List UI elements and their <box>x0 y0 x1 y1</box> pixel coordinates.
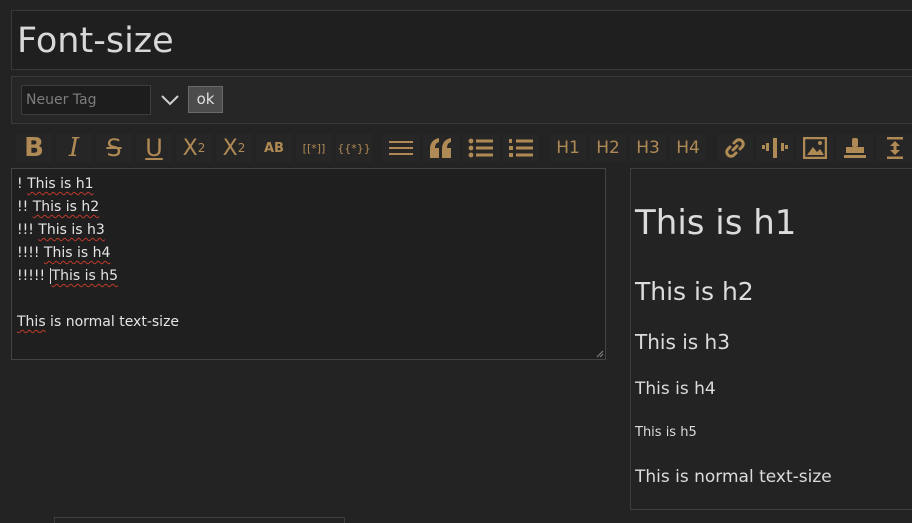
preview-h1: This is h1 <box>635 203 797 243</box>
chevron-down-icon[interactable] <box>160 93 180 107</box>
heading-3-button[interactable]: H3 <box>630 134 666 162</box>
heading-marker: !!! <box>17 222 39 238</box>
heading-text: This is h5 <box>51 268 118 284</box>
link-icon <box>725 138 745 158</box>
picture-icon <box>803 137 827 159</box>
stamp-button[interactable] <box>837 134 873 162</box>
bullet-list-button[interactable] <box>463 134 499 162</box>
subscript-exp: 2 <box>237 141 246 155</box>
preview-h2: This is h2 <box>635 277 754 306</box>
page-title: Font-size <box>17 21 174 61</box>
heading-2-button[interactable]: H2 <box>590 134 626 162</box>
editor-line-h5: !!!!! This is h5 <box>17 267 118 285</box>
subscript-base: X <box>222 135 238 161</box>
editor-line-h1: ! This is h1 <box>17 175 94 193</box>
preview-h5: This is h5 <box>635 425 697 440</box>
heading-text: This is h1 <box>27 176 94 192</box>
heading-text: This is h4 <box>43 245 111 261</box>
heading-text: This is h2 <box>32 199 100 215</box>
preview-normal-text: This is normal text-size <box>635 467 832 487</box>
editor-line-h2: !! This is h2 <box>17 198 99 216</box>
size-button[interactable] <box>877 134 912 162</box>
stamp-icon <box>844 138 866 158</box>
editor-line-h4: !!!! This is h4 <box>17 244 110 262</box>
excise-icon <box>762 138 788 158</box>
heading-text: This is h3 <box>38 222 105 238</box>
tag-bar: ok <box>11 76 912 124</box>
image-button[interactable] <box>797 134 833 162</box>
heading-4-button[interactable]: H4 <box>670 134 706 162</box>
preview-pane: This is h1 This is h2 This is h3 This is… <box>630 168 912 510</box>
text-cursor <box>49 268 51 284</box>
editor-line-h3: !!! This is h3 <box>17 221 105 239</box>
heading-1-button[interactable]: H1 <box>550 134 586 162</box>
editor-line-normal: This is normal text-size <box>17 313 179 331</box>
new-tag-input[interactable] <box>21 85 151 115</box>
italic-button[interactable]: I <box>56 133 92 163</box>
macro-button[interactable] <box>757 134 793 162</box>
numbered-list-button[interactable] <box>503 134 539 162</box>
smallcaps-button[interactable]: AB <box>256 134 292 162</box>
wikilink-button[interactable]: [[*]] <box>296 134 332 162</box>
superscript-button[interactable]: X2 <box>176 134 212 162</box>
add-tag-ok-button[interactable]: ok <box>188 86 223 113</box>
normal-word: This <box>17 314 46 330</box>
monospace-block-button[interactable] <box>383 134 419 162</box>
superscript-base: X <box>182 135 198 161</box>
title-field[interactable]: Font-size <box>11 10 912 70</box>
next-field-edge[interactable] <box>54 517 345 523</box>
subscript-button[interactable]: X2 <box>216 134 252 162</box>
preview-h3: This is h3 <box>635 330 730 354</box>
heading-marker: !!!! <box>17 245 44 261</box>
underline-button[interactable]: U <box>136 134 172 162</box>
blockquote-button[interactable] <box>423 134 459 162</box>
wikitext-editor[interactable]: ! This is h1 !! This is h2 !!! This is h… <box>11 168 606 360</box>
link-button[interactable] <box>717 134 753 162</box>
heading-marker: ! <box>17 176 28 192</box>
transclude-button[interactable]: {{*}} <box>336 134 372 162</box>
bold-button[interactable]: B <box>16 133 52 163</box>
strikethrough-button[interactable]: S <box>96 134 132 162</box>
resize-handle-icon[interactable] <box>596 350 604 358</box>
list-bullet-icon <box>468 138 493 158</box>
vertical-resize-icon <box>887 137 903 159</box>
preview-h4: This is h4 <box>635 379 716 399</box>
list-numbered-icon <box>509 139 533 157</box>
heading-marker: !!!!! <box>17 268 50 284</box>
quote-icon <box>430 138 451 158</box>
superscript-exp: 2 <box>197 141 206 155</box>
normal-rest: is normal text-size <box>45 314 180 330</box>
charset-icon <box>389 141 413 155</box>
heading-marker: !! <box>17 199 33 215</box>
editor-toolbar: B I S U X2 X2 AB [[*]] {{*}} H1 H2 H3 H4 <box>11 130 912 166</box>
